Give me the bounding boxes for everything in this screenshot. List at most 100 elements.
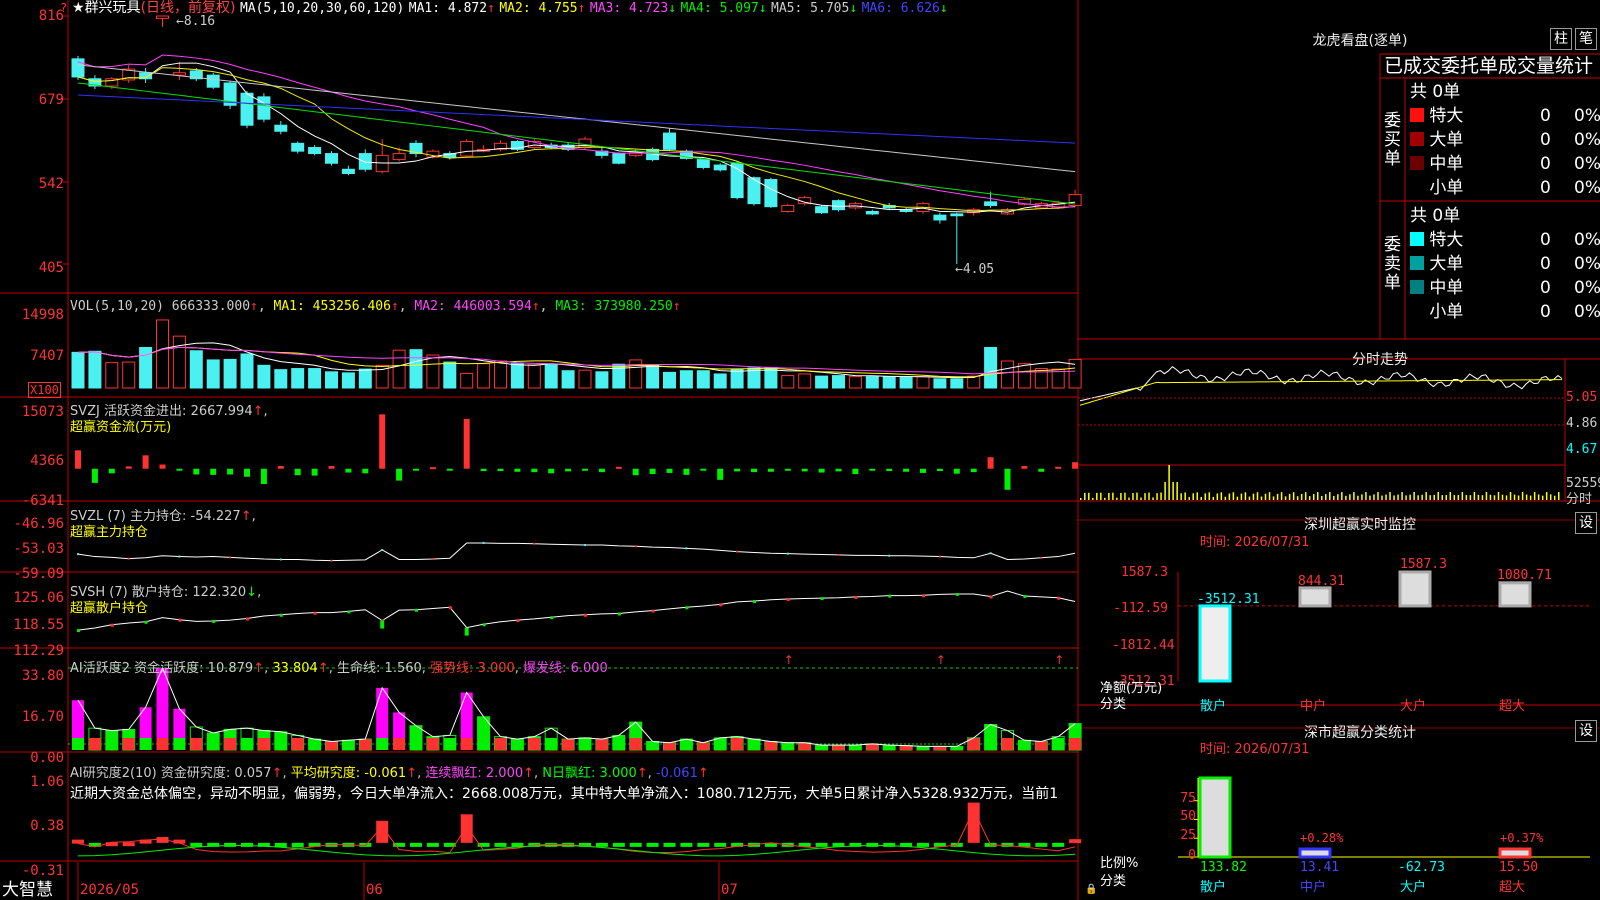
research-bar — [595, 842, 608, 847]
timeshare-vol-bar — [1244, 492, 1247, 500]
tab-tick[interactable]: 笔 — [1575, 28, 1597, 50]
volume-bar — [477, 363, 491, 389]
retail-dot — [719, 603, 723, 607]
volume-bar — [933, 378, 947, 389]
timeshare-vol-bar — [1148, 492, 1150, 500]
candle — [984, 201, 998, 206]
sz-classify-bar — [1198, 776, 1232, 859]
activity-base — [950, 746, 963, 750]
timeshare-vol-bar — [1381, 495, 1383, 500]
retail-spike — [464, 627, 469, 636]
timeshare-vol-bar — [1176, 482, 1178, 500]
volume-bar — [122, 361, 136, 389]
timeshare-vol-bar — [1112, 492, 1114, 500]
sz-classify-settings-button[interactable]: 设 — [1575, 720, 1597, 742]
activity-base — [595, 739, 608, 750]
retail-dot — [313, 611, 317, 615]
activity-base — [984, 738, 997, 750]
timeshare-title[interactable]: 分时走势 — [1280, 349, 1480, 369]
activity-base — [410, 738, 422, 750]
volume-bar — [950, 378, 964, 389]
sz-classify-pct: +0.37% — [1500, 831, 1544, 845]
sz-monitor-value: -3512.31 — [1197, 592, 1260, 607]
buy-count: 0 — [1540, 178, 1551, 198]
ma5-readout: MA5: 5.705↓ — [771, 1, 858, 16]
ma3-readout: MA3: 4.723↓ — [589, 1, 677, 16]
stock-name: 群兴玩具 — [84, 0, 141, 16]
favorite-star-icon[interactable]: ★ — [72, 0, 85, 16]
retail-spike — [380, 620, 385, 629]
timeshare-vol-bar — [1108, 492, 1110, 500]
timeshare-vol-bar — [1268, 492, 1271, 500]
sz-classify-cat: 散户 — [1200, 880, 1227, 895]
buy-pct: 0% — [1574, 130, 1600, 150]
svzl-tick: -46.96 — [13, 516, 64, 532]
fund-flow-bar — [1072, 462, 1079, 469]
brand-logo[interactable]: 大智慧 — [2, 880, 53, 900]
timeshare-vol-bar — [1525, 494, 1528, 500]
volume-bar — [223, 358, 237, 389]
sz-classify-value: 13.41 — [1300, 860, 1340, 875]
activity-base — [72, 738, 84, 750]
volume-bar — [899, 376, 913, 389]
research-bar — [629, 842, 642, 847]
fund-flow-bar — [683, 468, 690, 475]
activity-base — [748, 739, 760, 750]
timeshare-vol-bar — [1513, 494, 1516, 500]
activity-base — [291, 738, 304, 750]
timeshare-vol-bar — [1425, 492, 1427, 500]
fund-flow-bar — [835, 468, 842, 472]
retail-dot — [753, 600, 756, 604]
activity-base — [511, 739, 524, 750]
timeshare-vol-bar — [1553, 495, 1556, 500]
volume-bar — [679, 370, 693, 389]
volume-bar — [494, 360, 507, 389]
fund-flow-bar — [345, 468, 352, 473]
sz-monitor-value: 1587.3 — [1400, 557, 1447, 572]
activity-base — [173, 738, 186, 750]
svzl-header: SVZL (7) 主力持仓: -54.227↑, — [70, 509, 256, 524]
volume-bar — [1017, 363, 1031, 389]
fund-flow-bar — [548, 468, 555, 474]
timeshare-vol-bar — [1329, 492, 1331, 500]
activity-base — [426, 738, 439, 750]
fund-flow-bar — [396, 468, 403, 481]
volume-bar — [916, 376, 930, 389]
vol-tick: 7407 — [30, 348, 64, 364]
timeshare-vol-bar — [1337, 494, 1339, 500]
volume-bar — [527, 364, 541, 389]
sell-row: 大单 — [1410, 252, 1463, 276]
research-green-line — [77, 844, 1076, 857]
timeshare-vol-bar — [1184, 492, 1186, 500]
timeshare-vol-bar — [1144, 493, 1146, 500]
low-price-label: ←4.05 — [955, 262, 995, 277]
price-tick: 405 — [38, 260, 64, 276]
timeshare-vol-bar — [1292, 492, 1295, 500]
activity-base — [1035, 741, 1048, 750]
sell-count: 0 — [1540, 302, 1551, 322]
sz-classify-cat: 超大 — [1499, 880, 1526, 895]
fund-flow-bar — [1021, 466, 1028, 469]
sz-classify-ylabel: 比例% — [1100, 856, 1139, 871]
sell-swatch — [1410, 232, 1424, 246]
fund-flow-bar — [446, 468, 453, 471]
timeshare-vol-bar — [1397, 494, 1399, 500]
ma6-readout: MA6: 6.626↓ — [861, 1, 948, 16]
volume-bar — [663, 371, 676, 389]
timeshare-vol-bar — [1160, 492, 1162, 500]
candle — [375, 154, 389, 173]
timeshare-vol-bar — [1429, 495, 1431, 500]
tab-bar[interactable]: 柱 — [1550, 28, 1572, 50]
volume-bar — [105, 362, 119, 389]
timeshare-vol-bar — [1389, 492, 1391, 500]
timeshare-vol-bar — [1200, 496, 1202, 500]
volume-bar — [443, 361, 457, 389]
timeshare-vol-bar — [1216, 493, 1219, 500]
timeshare-vol-bar — [1236, 496, 1239, 500]
vol-unit-badge[interactable]: X100 — [28, 382, 61, 398]
svzj-header: SVZJ 活跃资金进出: 2667.994↑, — [70, 404, 268, 419]
lock-icon[interactable]: 🔒 — [1085, 882, 1097, 898]
ma30-line — [77, 82, 1076, 205]
position-dot — [786, 552, 789, 555]
sz-monitor-settings-button[interactable]: 设 — [1575, 512, 1597, 534]
